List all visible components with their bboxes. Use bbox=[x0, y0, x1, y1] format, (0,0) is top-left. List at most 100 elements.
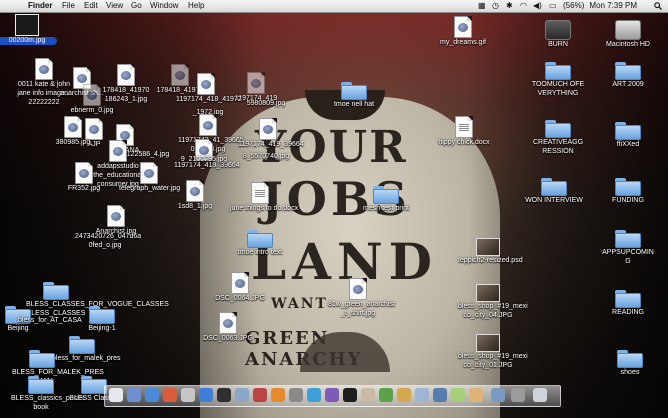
desktop-file-icon[interactable]: my_dreams.gif bbox=[433, 16, 493, 47]
folder-icon bbox=[615, 178, 641, 196]
desktop-file-icon[interactable]: tmoe nell hat bbox=[324, 82, 384, 109]
menu-help[interactable]: Help bbox=[188, 0, 204, 12]
file-label: tmoe intro text bbox=[237, 249, 283, 256]
file-label: hippy chick.docx bbox=[438, 139, 490, 146]
documents-stack-icon[interactable] bbox=[511, 388, 525, 402]
safari-dock-icon[interactable] bbox=[145, 388, 159, 402]
desktop-file-icon[interactable]: tmoe intro text bbox=[230, 230, 290, 257]
desktop-folder[interactable]: shoes bbox=[600, 350, 660, 377]
itunes-music-dock-icon[interactable] bbox=[325, 388, 339, 402]
garageband-dock-icon[interactable] bbox=[397, 388, 411, 402]
jpeg-file-icon bbox=[259, 118, 277, 140]
desktop-file-icon[interactable]: 5980809.jpg bbox=[236, 99, 296, 108]
desktop-folder[interactable]: READING bbox=[598, 290, 658, 317]
desktop-folder[interactable]: TOOMUCH OFE VERYTHING bbox=[528, 62, 588, 98]
menu-edit[interactable]: Edit bbox=[84, 0, 98, 12]
folder-icon bbox=[545, 62, 571, 80]
volume-icon[interactable]: ◀) bbox=[533, 0, 542, 12]
file-label: RESSION bbox=[542, 148, 574, 155]
file-label: bless_shop_#19_mexi bbox=[458, 353, 528, 360]
wifi-icon[interactable]: ◠ bbox=[520, 0, 527, 12]
desktop-folder[interactable]: ffiXXed bbox=[598, 122, 658, 149]
desktop-file-icon[interactable]: hippy chick.docx bbox=[434, 116, 494, 147]
bluetooth-icon[interactable]: ✱ bbox=[506, 0, 513, 12]
desktop-file-icon[interactable]: DSC_0064.JPG bbox=[210, 272, 270, 303]
menu-window[interactable]: Window bbox=[150, 0, 178, 12]
desktop-file-icon[interactable]: 8_5570740.jpg bbox=[236, 152, 296, 161]
folder-icon bbox=[615, 62, 641, 80]
battery-icon[interactable]: ▭ bbox=[549, 0, 557, 12]
desktop-file-icon[interactable]: 2473420726_047d6a 0fed_o.jpg bbox=[75, 232, 141, 250]
desktop-file-icon[interactable]: bless_for_AT_CASA bbox=[18, 316, 82, 325]
file-label: co_city_01.JPG bbox=[463, 362, 513, 369]
hard-drive-icon bbox=[615, 20, 641, 40]
finder-dock-icon[interactable] bbox=[109, 388, 123, 402]
textedit-dock-icon[interactable] bbox=[361, 388, 375, 402]
spaces-icon[interactable]: ▦ bbox=[478, 0, 486, 12]
jpeg-file-icon bbox=[247, 72, 265, 94]
gif-file-icon bbox=[454, 16, 472, 38]
file-label: APPSUPCOMIN bbox=[602, 249, 654, 256]
desktop-file-icon[interactable]: bless_shop_#19_mexi co_city_04.JPG bbox=[458, 284, 528, 320]
desktop-folder[interactable]: APPSUPCOMIN G bbox=[598, 230, 658, 266]
jpeg-file-icon bbox=[64, 116, 82, 138]
desktop-file-icon[interactable]: bless_shop_#19_mexi co_city_01.JPG bbox=[458, 334, 528, 370]
trash-icon[interactable] bbox=[533, 388, 547, 402]
address-book-dock-icon[interactable] bbox=[181, 388, 195, 402]
file-label: 00200m.jpg bbox=[0, 37, 57, 45]
desktop-folder[interactable]: CREATIVEAGG RESSION bbox=[528, 120, 588, 156]
file-label: Beijing bbox=[7, 325, 29, 332]
jpeg-file-icon bbox=[35, 58, 53, 80]
photoshop-dock-icon[interactable] bbox=[253, 388, 267, 402]
desktop-file-icon[interactable]: DSC_0063.JPG bbox=[198, 312, 258, 343]
desktop-file-icon[interactable]: 122586_4.jpg bbox=[118, 150, 178, 159]
file-label: 1sd8_1.jpg bbox=[177, 203, 213, 210]
vlc-dock-icon[interactable] bbox=[271, 388, 285, 402]
iphoto-dock-icon[interactable] bbox=[235, 388, 249, 402]
facetime-dock-icon[interactable] bbox=[379, 388, 393, 402]
folder-icon bbox=[247, 230, 273, 248]
image-thumbnail-icon bbox=[15, 14, 39, 36]
file-label: 81w_green_anarchist bbox=[328, 301, 395, 308]
app-store-dock-icon[interactable] bbox=[199, 388, 213, 402]
desktop-file-icon[interactable]: 9_2100795.jpg bbox=[174, 155, 234, 164]
file-label: BLESS_classics_poster bbox=[11, 395, 86, 402]
spotlight-icon[interactable] bbox=[654, 2, 662, 10]
image-thumbnail-icon bbox=[476, 284, 500, 302]
time-machine-icon[interactable]: ◷ bbox=[492, 0, 499, 12]
desktop-file-icon[interactable]: teppich2-resized.psd bbox=[458, 238, 523, 265]
menu-finder[interactable]: Finder bbox=[28, 0, 52, 12]
mail-dock-icon[interactable] bbox=[127, 388, 141, 402]
system-preferences-dock-icon[interactable] bbox=[415, 388, 429, 402]
desktop-folder[interactable]: FUNDING bbox=[598, 178, 658, 205]
itunes-dock-icon[interactable] bbox=[217, 388, 231, 402]
skype-dock-icon[interactable] bbox=[307, 388, 321, 402]
downloads-stack-icon[interactable] bbox=[491, 388, 505, 402]
desktop-file-icon[interactable]: FR352.jpg bbox=[54, 162, 114, 193]
battery-percent[interactable]: (56%) bbox=[563, 0, 584, 12]
powerpoint-dock-icon[interactable] bbox=[469, 388, 483, 402]
menu-file[interactable]: File bbox=[62, 0, 75, 12]
calendar-dock-icon[interactable] bbox=[163, 388, 177, 402]
word-dock-icon[interactable] bbox=[433, 388, 447, 402]
macintosh-hd[interactable]: Macintosh HD bbox=[598, 20, 658, 49]
desktop-file-icon[interactable]: mesh test print bbox=[356, 186, 416, 213]
desktop-folder[interactable]: ART 2009 bbox=[598, 62, 658, 89]
desktop-file-icon[interactable]: 1197174_419_39664 bbox=[238, 118, 304, 149]
desktop-file-icon[interactable]: 1197174_418_41972 bbox=[176, 73, 242, 104]
desktop-file-icon[interactable]: ebnerm_0.jpg bbox=[62, 84, 122, 115]
burn-folder[interactable]: BURN bbox=[528, 20, 588, 49]
desktop-file-icon[interactable]: 81w_green_anarchist _t_shirt.jpg bbox=[328, 278, 395, 318]
terminal-dock-icon[interactable] bbox=[343, 388, 357, 402]
menu-view[interactable]: View bbox=[106, 0, 123, 12]
preview-dock-icon[interactable] bbox=[289, 388, 303, 402]
desktop-file-icon[interactable]: 1sd8_1.jpg bbox=[165, 180, 225, 211]
excel-dock-icon[interactable] bbox=[451, 388, 465, 402]
menu-go[interactable]: Go bbox=[131, 0, 142, 12]
desktop-file-icon[interactable]: BLESS_classics_poster book bbox=[11, 376, 86, 412]
desktop-folder[interactable]: WON INTERVIEW bbox=[524, 178, 584, 205]
menu-clock[interactable]: Mon 7:39 PM bbox=[589, 0, 637, 12]
desktop-file-icon[interactable]: 00200m.jpg bbox=[0, 14, 57, 45]
desktop-file-icon[interactable]: june things to do.docx bbox=[230, 182, 298, 213]
file-label: tmoe nell hat bbox=[333, 101, 375, 108]
